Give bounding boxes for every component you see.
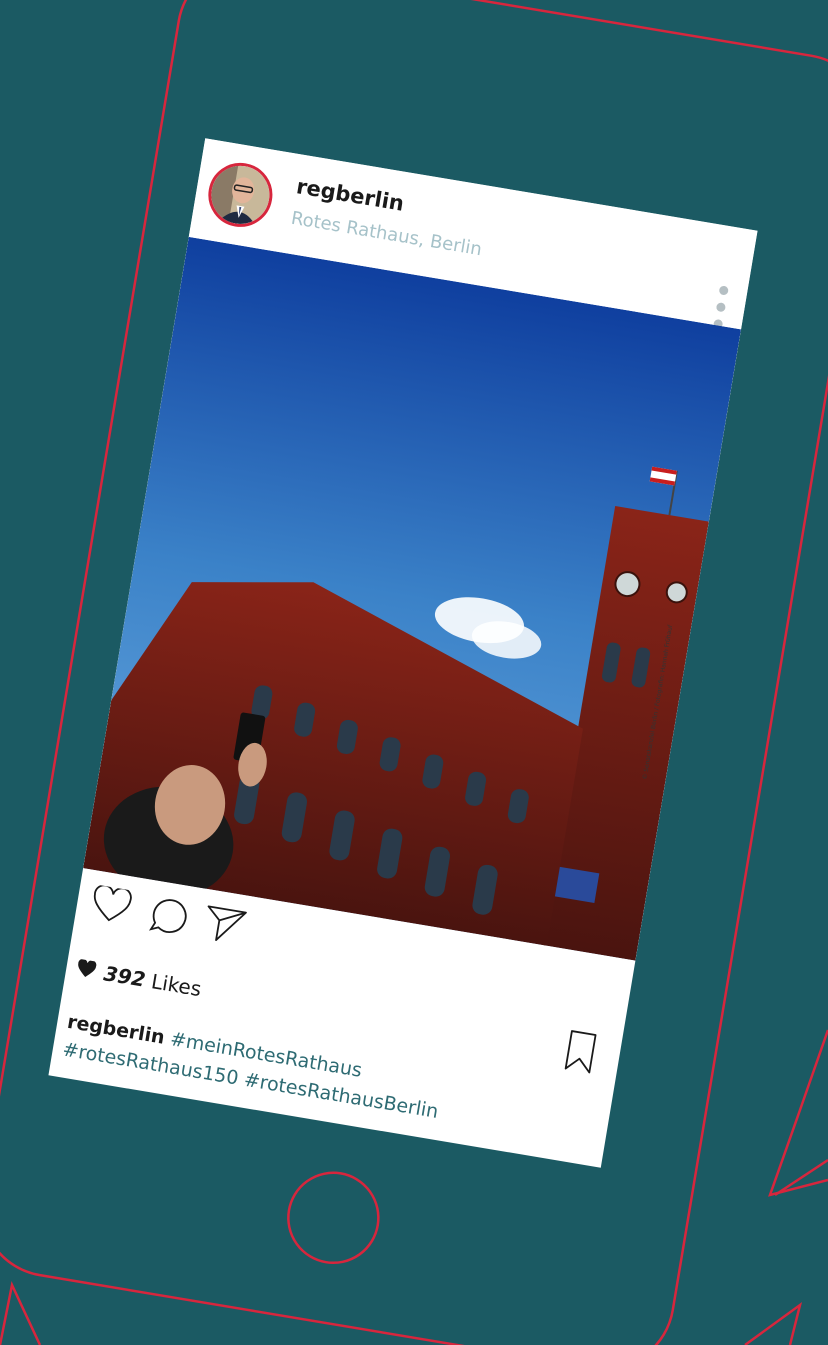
post-photo (83, 236, 742, 961)
bookmark-icon[interactable] (562, 1029, 599, 1075)
avatar-portrait-image (206, 161, 274, 229)
heart-outline-icon[interactable] (89, 884, 134, 926)
speech-bubble-icon[interactable] (148, 894, 192, 938)
post-location[interactable]: Rotes Rathaus, Berlin (290, 208, 484, 261)
post-username[interactable]: regberlin (295, 174, 406, 216)
likes-count: 392 (102, 961, 148, 992)
likes-count-row[interactable]: 392 Likes (78, 958, 204, 1002)
likes-label: Likes (149, 969, 204, 1002)
paper-plane-icon[interactable] (201, 903, 249, 947)
avatar[interactable] (203, 158, 278, 232)
home-button-outline (287, 1171, 380, 1265)
heart-filled-icon (78, 958, 97, 977)
